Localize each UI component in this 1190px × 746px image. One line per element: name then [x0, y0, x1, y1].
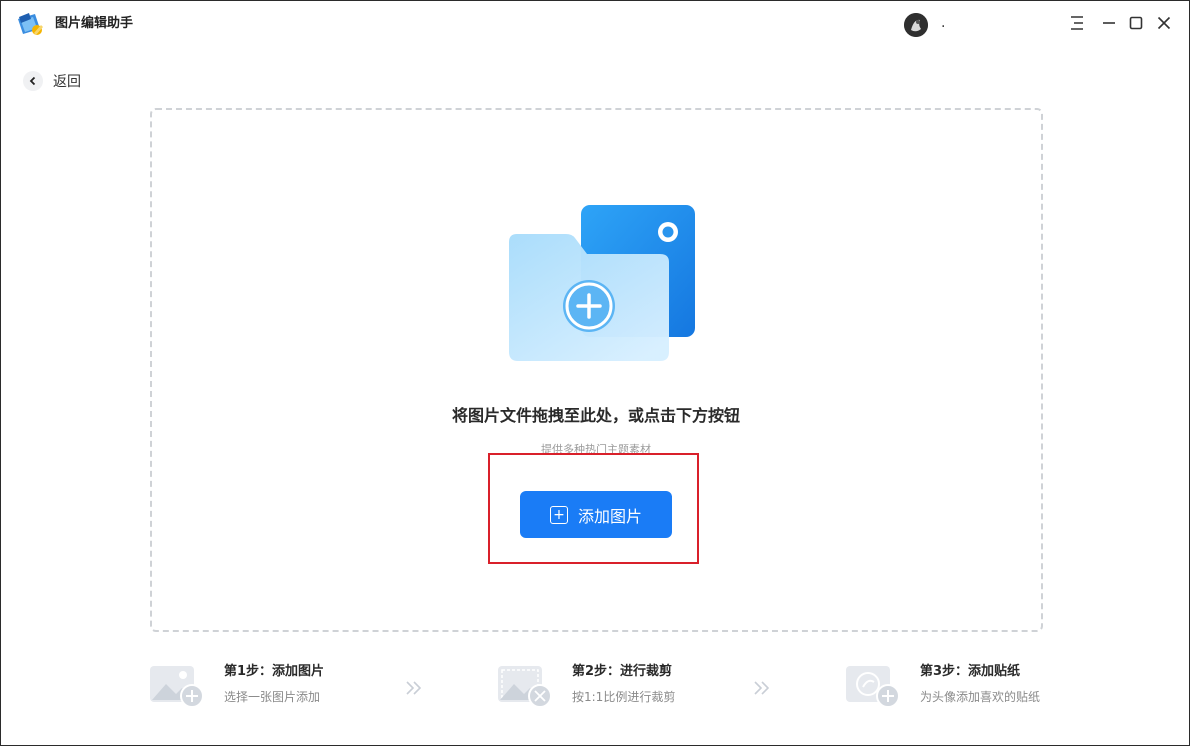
close-button[interactable]: [1152, 11, 1176, 35]
close-icon: [1157, 16, 1171, 30]
step-1-title: 第1步：添加图片: [224, 664, 325, 679]
step-2: 第2步：进行裁剪 按1:1比例进行裁剪: [498, 656, 718, 716]
crop-image-icon: [498, 666, 552, 708]
back-button[interactable]: 返回: [23, 70, 81, 92]
step-3: 第3步：添加贴纸 为头像添加喜欢的贴纸: [846, 656, 1076, 716]
back-arrow-icon: [23, 71, 43, 91]
minimize-button[interactable]: [1097, 11, 1121, 35]
add-image-button[interactable]: + 添加图片: [520, 491, 672, 538]
step-2-title: 第2步：进行裁剪: [572, 664, 673, 679]
app-title: 图片编辑助手: [55, 16, 134, 31]
step-2-desc: 按1:1比例进行裁剪: [572, 690, 676, 704]
back-label: 返回: [53, 74, 81, 90]
user-name: .: [941, 15, 946, 31]
user-avatar[interactable]: [904, 13, 928, 37]
add-sticker-icon: [846, 666, 900, 708]
app-logo-icon: [18, 13, 43, 35]
menu-icon: [1071, 16, 1083, 30]
step-1-desc: 选择一张图片添加: [224, 690, 321, 704]
avatar-image-icon: [904, 13, 928, 37]
title-bar: 图片编辑助手 .: [1, 1, 1189, 47]
app-window: 图片编辑助手 . 返回 将图片文件拖拽至此处，或点击下方按钮 提供多种热门主题素…: [0, 0, 1190, 746]
folder-add-image-icon: [509, 205, 695, 361]
step-1: 第1步：添加图片 选择一张图片添加: [150, 656, 370, 716]
menu-button[interactable]: [1065, 11, 1089, 35]
maximize-button[interactable]: [1124, 11, 1148, 35]
double-chevron-right-icon: [406, 681, 422, 695]
add-image-icon: [150, 666, 204, 708]
drop-zone-title: 将图片文件拖拽至此处，或点击下方按钮: [451, 406, 740, 425]
add-image-button-label: 添加图片: [577, 506, 642, 526]
minimize-icon: [1103, 22, 1115, 24]
maximize-icon: [1129, 16, 1143, 30]
plus-icon: +: [549, 505, 568, 524]
step-3-desc: 为头像添加喜欢的贴纸: [920, 690, 1041, 704]
step-3-title: 第3步：添加贴纸: [920, 664, 1021, 679]
double-chevron-right-icon: [754, 681, 770, 695]
